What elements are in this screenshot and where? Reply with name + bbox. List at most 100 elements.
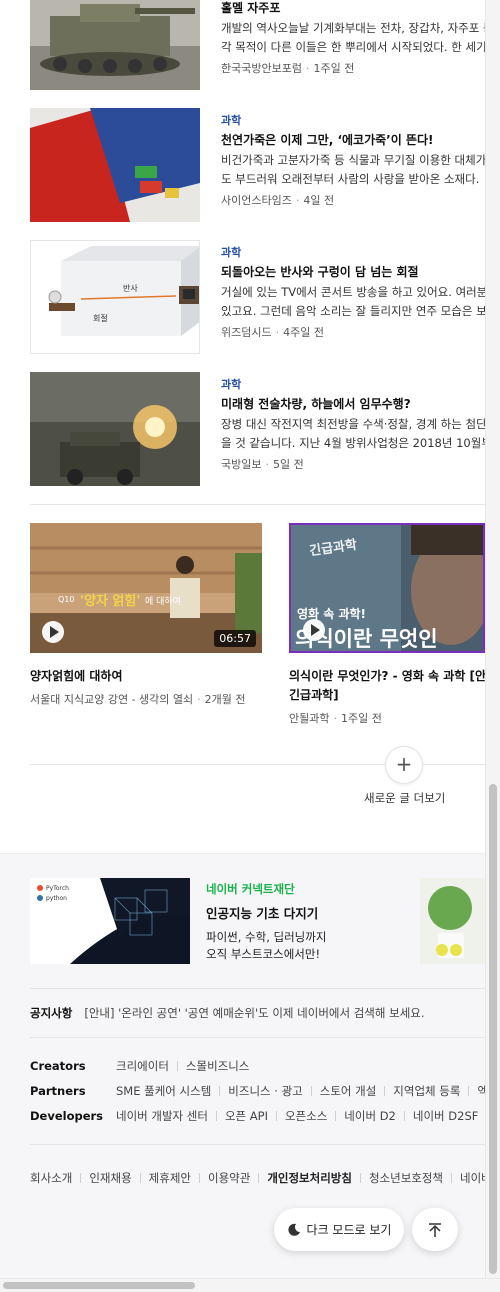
article-desc-line: 장병 대신 작전지역 최전방을 수색·정찰, 경계 하는 첨단	[221, 417, 485, 431]
separator-dot: ·	[333, 712, 337, 725]
load-more-button[interactable]: +	[385, 746, 423, 784]
link-separator	[275, 1111, 277, 1121]
video-title-line2[interactable]: 긴급과학]	[289, 686, 485, 705]
dark-mode-label: 다크 모드로 보기	[306, 1223, 392, 1237]
page: 홀멜 자주포 개발의 역사오늘날 기계화부대는 전차, 장갑차, 자주포 등각 …	[0, 0, 500, 1292]
article-item[interactable]: 과학 천연가죽은 이제 그만, ‘에코가죽’이 뜬다! 비건가죽과 고분자가죽 …	[30, 108, 485, 222]
article-source[interactable]: 위즈덤시드	[221, 326, 272, 339]
footer-link[interactable]: 회사소개	[30, 1171, 72, 1185]
footer-link[interactable]: 비즈니스 · 광고	[228, 1084, 302, 1098]
video-title[interactable]: 의식이란 무엇인가? - 영화 속 과학 [안될	[289, 667, 485, 686]
article-title[interactable]: 홀멜 자주포	[221, 0, 485, 15]
article-category[interactable]: 과학	[221, 244, 485, 259]
footer-link[interactable]: 스토어 개설	[320, 1084, 377, 1098]
footer: PyTorch python 네이버 커넥트재단 인공지능 기초 다지기 파이썬…	[0, 853, 485, 1278]
footer-link[interactable]: 네이버	[460, 1171, 485, 1185]
footer-link[interactable]: 네이버 D2SF	[413, 1109, 478, 1123]
link-group-label: Partners	[30, 1084, 86, 1098]
promo-banner-image[interactable]: PyTorch python	[30, 878, 190, 964]
footer-link[interactable]: 엑스	[477, 1084, 485, 1098]
footer-link[interactable]: 오픈 API	[225, 1109, 268, 1123]
horizontal-scrollbar-thumb[interactable]	[3, 1282, 195, 1289]
footer-link[interactable]: 스몰비즈니스	[186, 1059, 249, 1073]
article-source[interactable]: 사이언스타임즈	[221, 194, 292, 207]
article-time: 5일 전	[272, 458, 304, 471]
video-overlay-main: '양자 얽힘'	[80, 594, 141, 609]
main-feed: 홀멜 자주포 개발의 역사오늘날 기계화부대는 전차, 장갑차, 자주포 등각 …	[0, 0, 485, 850]
scroll-top-button[interactable]	[412, 1208, 458, 1251]
promo-desc-line: 파이썬, 수학, 딥러닝까지	[206, 930, 327, 944]
footer-link[interactable]: 이용약관	[208, 1171, 250, 1185]
footer-link[interactable]: SME 풀케어 시스템	[116, 1084, 211, 1098]
article-desc-line: 을 것 같습니다. 지난 4월 방위사업청은 2018년 10월부터	[221, 436, 485, 450]
footer-link[interactable]: 네이버 D2	[344, 1109, 396, 1123]
thumb-label-diffraction: 회절	[93, 314, 108, 323]
article-title[interactable]: 되돌아오는 반사와 구렁이 담 넘는 회절	[221, 263, 485, 279]
footer-link[interactable]: 오픈소스	[285, 1109, 327, 1123]
footer-link[interactable]: 제휴제안	[149, 1171, 191, 1185]
promo-title[interactable]: 인공지능 기초 다지기	[206, 903, 326, 922]
article-time: 4주일 전	[283, 326, 324, 339]
article-thumbnail[interactable]	[30, 372, 200, 486]
promo-banner-image-2[interactable]	[420, 878, 485, 964]
play-icon[interactable]	[303, 619, 325, 641]
scroll-content: 홀멜 자주포 개발의 역사오늘날 기계화부대는 전차, 장갑차, 자주포 등각 …	[0, 0, 485, 1278]
separator-dot: ·	[295, 194, 300, 207]
footer-link[interactable]: 네이버 개발자 센터	[116, 1109, 208, 1123]
play-icon[interactable]	[42, 621, 64, 643]
footer-link[interactable]: 지역업체 등록	[393, 1084, 460, 1098]
video-card[interactable]: Q10 '양자 얽힘' 에 대하여 06:57 양자얽힘에 대하여 서울대 지식…	[30, 523, 262, 707]
article-item[interactable]: 반사 회절 과학 되돌아오는 반사와 구렁이 담 넘는 회절 거실에 있는 TV…	[30, 240, 485, 354]
link-separator	[468, 1086, 470, 1096]
moon-icon	[287, 1223, 300, 1236]
footer-link[interactable]: 인재채용	[89, 1171, 131, 1185]
notice-text[interactable]: [안내] '온라인 공연' '공연 예매순위'도 이제 네이버에서 검색해 보세…	[84, 1006, 424, 1020]
article-category[interactable]: 과학	[221, 376, 485, 391]
article-thumbnail[interactable]: 반사 회절	[30, 240, 200, 354]
footer-link-privacy[interactable]: 개인정보처리방침	[267, 1171, 352, 1185]
vertical-scrollbar-thumb[interactable]	[489, 784, 497, 1274]
link-separator	[451, 1173, 453, 1183]
link-separator	[219, 1086, 221, 1096]
video-title[interactable]: 양자얽힘에 대하여	[30, 667, 262, 686]
link-group-partners: Partners SME 풀케어 시스템 비즈니스 · 광고 스토어 개설 지역업체 등…	[30, 1083, 485, 1099]
promo-banner-text[interactable]: 네이버 커넥트재단 인공지능 기초 다지기 파이썬, 수학, 딥러닝까지오직 부…	[206, 881, 326, 963]
article-desc-line: 도 부드러워 오래전부터 사람의 사랑을 받아온 소재다.	[221, 172, 480, 186]
notice-label: 공지사항	[30, 1006, 73, 1020]
promo-desc-line: 오직 부스트코스에서만!	[206, 947, 321, 961]
video-card[interactable]: 긴급과학 영화 속 과학! 의식이란 무엇인 의식이란 무엇인가? - 영화 속…	[289, 523, 485, 726]
footer-link[interactable]: 크리에이터	[116, 1059, 169, 1073]
separator-dot: ·	[305, 62, 310, 75]
notice-row[interactable]: 공지사항 [안내] '온라인 공연' '공연 예매순위'도 이제 네이버에서 검색…	[30, 1005, 425, 1021]
footer-divider	[30, 988, 485, 989]
article-category[interactable]: 과학	[221, 112, 485, 127]
video-source[interactable]: 서울대 지식교양 강연 - 생각의 열쇠	[30, 693, 193, 706]
article-title[interactable]: 미래형 전술차량, 하늘에서 임무수행?	[221, 395, 485, 411]
plus-icon: +	[395, 752, 413, 776]
video-thumbnail[interactable]: Q10 '양자 얽힘' 에 대하여 06:57	[30, 523, 262, 653]
footer-link[interactable]: 청소년보호정책	[369, 1171, 443, 1185]
footer-divider	[30, 1144, 485, 1145]
article-item[interactable]: 홀멜 자주포 개발의 역사오늘날 기계화부대는 전차, 장갑차, 자주포 등각 …	[30, 0, 485, 90]
article-source[interactable]: 한국국방안보포럼	[221, 62, 302, 75]
horizontal-scrollbar[interactable]	[0, 1278, 500, 1292]
article-thumbnail[interactable]	[30, 108, 200, 222]
article-thumbnail[interactable]	[30, 0, 200, 90]
article-desc-line: 비건가죽과 고분자가죽 등 식물과 무기질 이용한 대체가죽	[221, 153, 485, 167]
article-source[interactable]: 국방일보	[221, 458, 261, 471]
video-thumbnail[interactable]: 긴급과학 영화 속 과학! 의식이란 무엇인	[289, 523, 485, 653]
vertical-scrollbar[interactable]	[485, 0, 500, 1278]
footer-divider	[30, 1037, 485, 1038]
link-group-label: Creators	[30, 1059, 86, 1073]
article-desc-line: 있고요. 그런데 음악 소리는 잘 들리지만 연주 모습은 보	[221, 304, 485, 318]
promo-org: 네이버 커넥트재단	[206, 882, 295, 896]
load-more-label[interactable]: 새로운 글 더보기	[364, 790, 445, 806]
bottom-links: 회사소개 인재채용 제휴제안 이용약관 개인정보처리방침 청소년보호정책 네이버	[30, 1170, 485, 1186]
video-source[interactable]: 안될과학	[289, 712, 329, 725]
video-overlay-q: Q10	[58, 595, 75, 604]
dark-mode-button[interactable]: 다크 모드로 보기	[274, 1208, 404, 1251]
article-item[interactable]: 과학 미래형 전술차량, 하늘에서 임무수행? 장병 대신 작전지역 최전방을 …	[30, 372, 485, 486]
link-separator	[176, 1061, 178, 1071]
link-group-label: Developers	[30, 1109, 104, 1123]
article-title[interactable]: 천연가죽은 이제 그만, ‘에코가죽’이 뜬다!	[221, 131, 485, 147]
